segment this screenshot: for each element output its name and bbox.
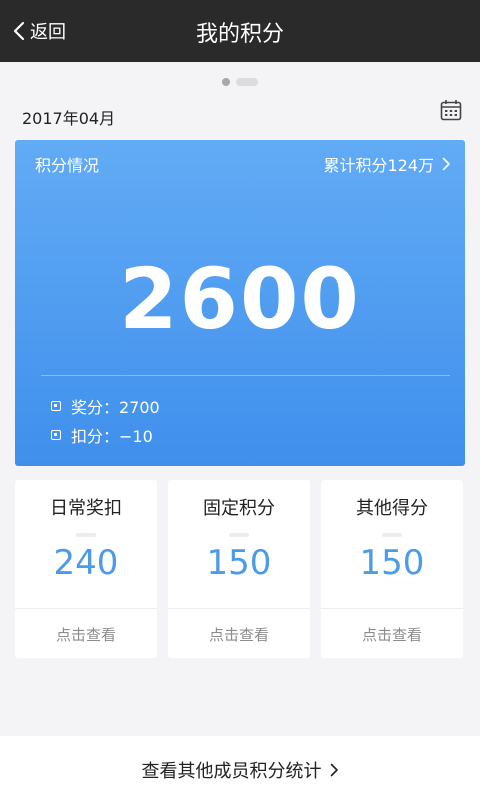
card-separator [321,608,463,609]
bullet-square-icon [51,430,61,440]
calendar-icon[interactable] [440,99,462,121]
category-card-fixed[interactable]: 固定积分 150 点击查看 [168,480,310,658]
deduct-row: 扣分：−10 [51,423,153,447]
total-score-link[interactable]: 累计积分124万 [323,152,451,176]
bottom-panel: 查看其他成员积分统计 [0,736,480,800]
category-title: 固定积分 [203,498,275,519]
page-indicator-dot[interactable] [236,78,258,86]
category-divider-mark [76,533,96,537]
chevron-right-icon [442,157,450,171]
category-title: 其他得分 [356,498,428,519]
category-view-link[interactable]: 点击查看 [15,624,157,645]
card-separator [168,608,310,609]
total-score-label: 累计积分124万 [323,156,434,175]
page-indicator [0,78,480,86]
category-divider-mark [229,533,249,537]
category-divider-mark [382,533,402,537]
category-value: 240 [53,543,119,583]
score-card-divider [41,375,450,376]
view-other-members-label: 查看其他成员积分统计 [141,761,322,782]
category-value: 150 [206,543,272,583]
category-card-daily[interactable]: 日常奖扣 240 点击查看 [15,480,157,658]
category-view-link[interactable]: 点击查看 [321,624,463,645]
deduct-text: 扣分：−10 [71,427,153,446]
score-card-label: 积分情况 [35,156,100,175]
page-indicator-dot-active[interactable] [222,78,230,86]
month-label: 2017年04月 [22,109,116,128]
bonus-text: 奖分：2700 [71,398,160,417]
bonus-row: 奖分：2700 [51,394,160,418]
card-separator [15,608,157,609]
top-navigation-bar: 返回 我的积分 [0,0,480,62]
score-summary-card: 积分情况 累计积分124万 2600 奖分：2700 扣分：−10 [15,140,465,466]
chevron-right-icon [330,763,338,777]
view-other-members-link[interactable]: 查看其他成员积分统计 [0,757,480,783]
bullet-square-icon [51,401,61,411]
page-title: 我的积分 [195,22,284,47]
current-score: 2600 [119,250,361,348]
category-value: 150 [359,543,425,583]
category-title: 日常奖扣 [50,498,122,519]
category-view-link[interactable]: 点击查看 [168,624,310,645]
category-card-other[interactable]: 其他得分 150 点击查看 [321,480,463,658]
category-cards: 日常奖扣 240 点击查看 固定积分 150 点击查看 其他得分 150 点击查… [15,480,465,658]
